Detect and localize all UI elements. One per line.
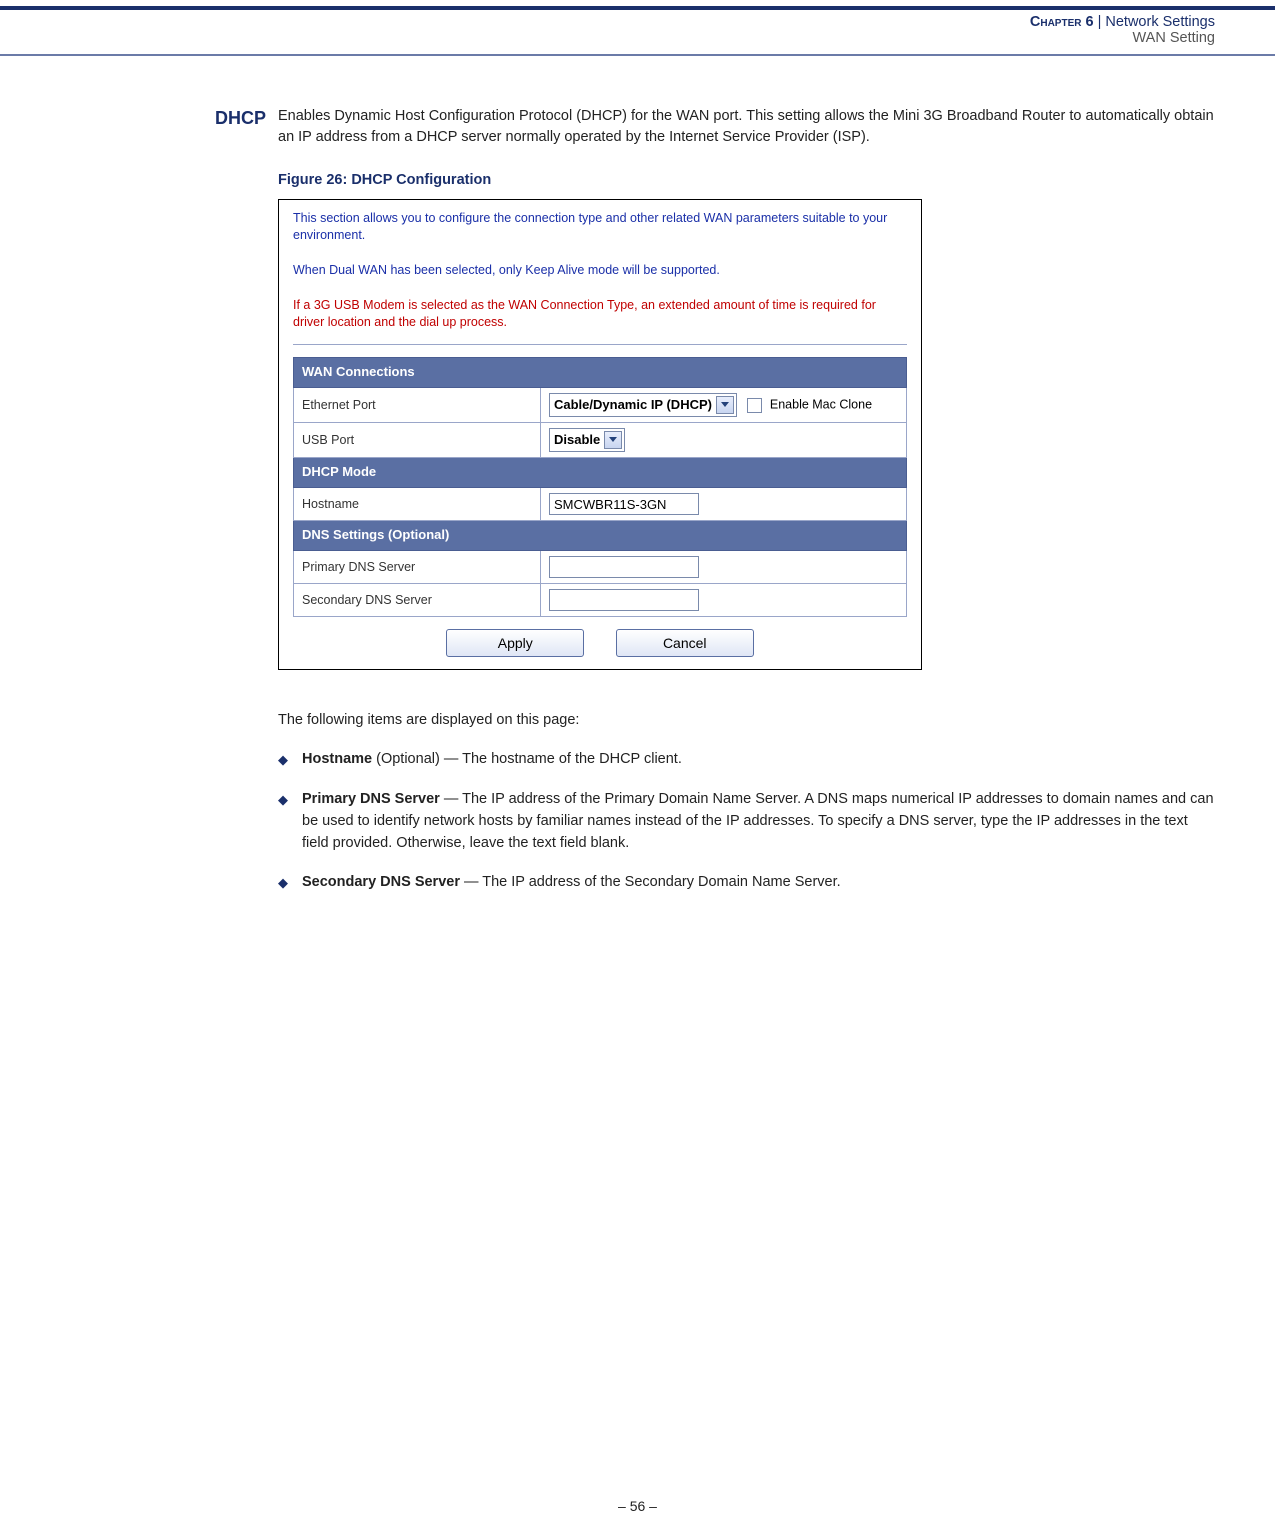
row-primary-dns: Primary DNS Server	[294, 550, 907, 583]
chevron-down-icon	[604, 431, 622, 449]
page-number: – 56 –	[0, 1498, 1275, 1514]
bullet-desc: (Optional) — The hostname of the DHCP cl…	[372, 751, 682, 767]
followup-text: The following items are displayed on thi…	[278, 710, 1215, 731]
list-item: Secondary DNS Server — The IP address of…	[302, 872, 1215, 894]
usb-port-select[interactable]: Disable	[549, 428, 625, 452]
label-hostname: Hostname	[294, 488, 541, 521]
bullet-term: Secondary DNS Server	[302, 874, 460, 890]
bullet-desc: — The IP address of the Secondary Domain…	[460, 874, 841, 890]
figure-caption: Figure 26: DHCP Configuration	[278, 170, 1215, 191]
row-usb: USB Port Disable	[294, 423, 907, 458]
ethernet-port-select-value: Cable/Dynamic IP (DHCP)	[554, 396, 712, 415]
section-header-dhcp: DHCP Mode	[294, 458, 907, 488]
apply-button[interactable]: Apply	[446, 629, 584, 657]
enable-mac-clone-label: Enable Mac Clone	[770, 398, 872, 412]
list-item: Primary DNS Server — The IP address of t…	[302, 789, 1215, 854]
ethernet-port-select[interactable]: Cable/Dynamic IP (DHCP)	[549, 393, 737, 417]
bullet-list: Hostname (Optional) — The hostname of th…	[278, 749, 1215, 894]
screenshot-note-1: This section allows you to configure the…	[293, 210, 907, 244]
hostname-input[interactable]	[549, 493, 699, 515]
gutter-section-label: DHCP	[0, 106, 266, 129]
primary-dns-input[interactable]	[549, 556, 699, 578]
label-ethernet: Ethernet Port	[294, 388, 541, 423]
screenshot-note-2: When Dual WAN has been selected, only Ke…	[293, 262, 907, 279]
intro-paragraph: Enables Dynamic Host Configuration Proto…	[278, 106, 1215, 148]
section-header-dns: DNS Settings (Optional)	[294, 521, 907, 551]
secondary-dns-input[interactable]	[549, 589, 699, 611]
screenshot-note-3: If a 3G USB Modem is selected as the WAN…	[293, 297, 907, 331]
list-item: Hostname (Optional) — The hostname of th…	[302, 749, 1215, 771]
page-header: Chapter 6 | Network Settings WAN Setting	[0, 10, 1275, 52]
cancel-button[interactable]: Cancel	[616, 629, 754, 657]
chapter-label: Chapter 6	[1030, 14, 1094, 30]
bullet-term: Primary DNS Server	[302, 791, 440, 807]
row-hostname: Hostname	[294, 488, 907, 521]
section-header-wan: WAN Connections	[294, 358, 907, 388]
label-primary-dns: Primary DNS Server	[294, 550, 541, 583]
row-secondary-dns: Secondary DNS Server	[294, 583, 907, 616]
usb-port-select-value: Disable	[554, 431, 600, 450]
chapter-title: Network Settings	[1105, 14, 1215, 30]
label-secondary-dns: Secondary DNS Server	[294, 583, 541, 616]
header-separator: |	[1094, 14, 1106, 30]
button-row: Apply Cancel	[279, 617, 921, 669]
label-usb: USB Port	[294, 423, 541, 458]
section-title: WAN Setting	[0, 30, 1215, 46]
config-table: WAN Connections Ethernet Port Cable/Dyna…	[293, 357, 907, 617]
config-screenshot: This section allows you to configure the…	[278, 199, 922, 670]
bullet-term: Hostname	[302, 751, 372, 767]
chevron-down-icon	[716, 396, 734, 414]
divider	[293, 344, 907, 345]
enable-mac-clone-checkbox[interactable]	[747, 398, 762, 413]
row-ethernet: Ethernet Port Cable/Dynamic IP (DHCP) En…	[294, 388, 907, 423]
